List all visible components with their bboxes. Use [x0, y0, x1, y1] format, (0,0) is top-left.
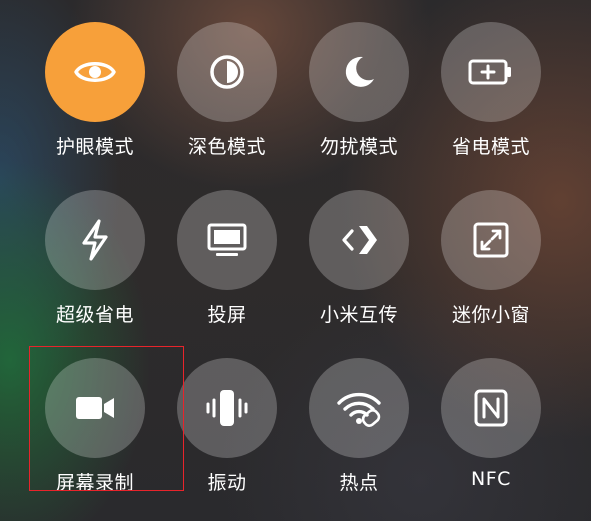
tile-label: 振动	[207, 472, 247, 494]
tile-label: 省电模式	[451, 136, 530, 158]
tile-vibrate-button[interactable]	[177, 358, 277, 458]
tile-mini-window-button[interactable]	[441, 190, 541, 290]
moon-icon	[339, 52, 379, 92]
quick-settings-grid: 护眼模式 深色模式 勿扰模式 省电模式 超级省电 投屏 小米互传 迷你小窗 屏幕…	[0, 0, 591, 521]
share-arrow-icon	[337, 222, 381, 258]
tile-label: NFC	[471, 468, 511, 490]
tile-screen-recorder[interactable]: 屏幕录制	[30, 358, 160, 518]
tile-label: 迷你小窗	[451, 304, 530, 326]
tile-cast-button[interactable]	[177, 190, 277, 290]
eye-icon	[72, 49, 118, 95]
tile-mini-window[interactable]: 迷你小窗	[426, 190, 556, 350]
tile-hotspot[interactable]: 热点	[294, 358, 424, 518]
vibrate-icon	[205, 386, 249, 430]
tile-mi-share-button[interactable]	[309, 190, 409, 290]
tile-label: 勿扰模式	[319, 136, 398, 158]
tile-vibrate[interactable]: 振动	[162, 358, 292, 518]
tile-label: 护眼模式	[55, 136, 134, 158]
tile-label: 热点	[339, 472, 379, 494]
tile-battery-saver-button[interactable]	[441, 22, 541, 122]
tile-eye-comfort-button[interactable]	[45, 22, 145, 122]
battery-plus-icon	[468, 57, 514, 87]
lightning-icon	[75, 218, 115, 262]
tile-do-not-disturb-button[interactable]	[309, 22, 409, 122]
tile-dark-mode[interactable]: 深色模式	[162, 22, 292, 182]
contrast-icon	[207, 52, 247, 92]
mini-window-icon	[471, 220, 511, 260]
hotspot-icon	[336, 388, 382, 428]
tile-nfc-button[interactable]	[441, 358, 541, 458]
video-camera-icon	[73, 392, 117, 424]
tile-label: 投屏	[207, 304, 247, 326]
tile-dark-mode-button[interactable]	[177, 22, 277, 122]
tile-battery-saver[interactable]: 省电模式	[426, 22, 556, 182]
tile-label: 屏幕录制	[55, 472, 134, 494]
monitor-icon	[206, 220, 248, 260]
tile-ultra-battery-saver-button[interactable]	[45, 190, 145, 290]
tile-mi-share[interactable]: 小米互传	[294, 190, 424, 350]
tile-label: 小米互传	[319, 304, 398, 326]
tile-screen-recorder-button[interactable]	[45, 358, 145, 458]
tile-do-not-disturb[interactable]: 勿扰模式	[294, 22, 424, 182]
tile-eye-comfort[interactable]: 护眼模式	[30, 22, 160, 182]
tile-nfc[interactable]: NFC	[426, 358, 556, 518]
tile-hotspot-button[interactable]	[309, 358, 409, 458]
tile-ultra-battery-saver[interactable]: 超级省电	[30, 190, 160, 350]
tile-label: 深色模式	[187, 136, 266, 158]
tile-cast[interactable]: 投屏	[162, 190, 292, 350]
nfc-icon	[473, 388, 509, 428]
tile-label: 超级省电	[55, 304, 134, 326]
